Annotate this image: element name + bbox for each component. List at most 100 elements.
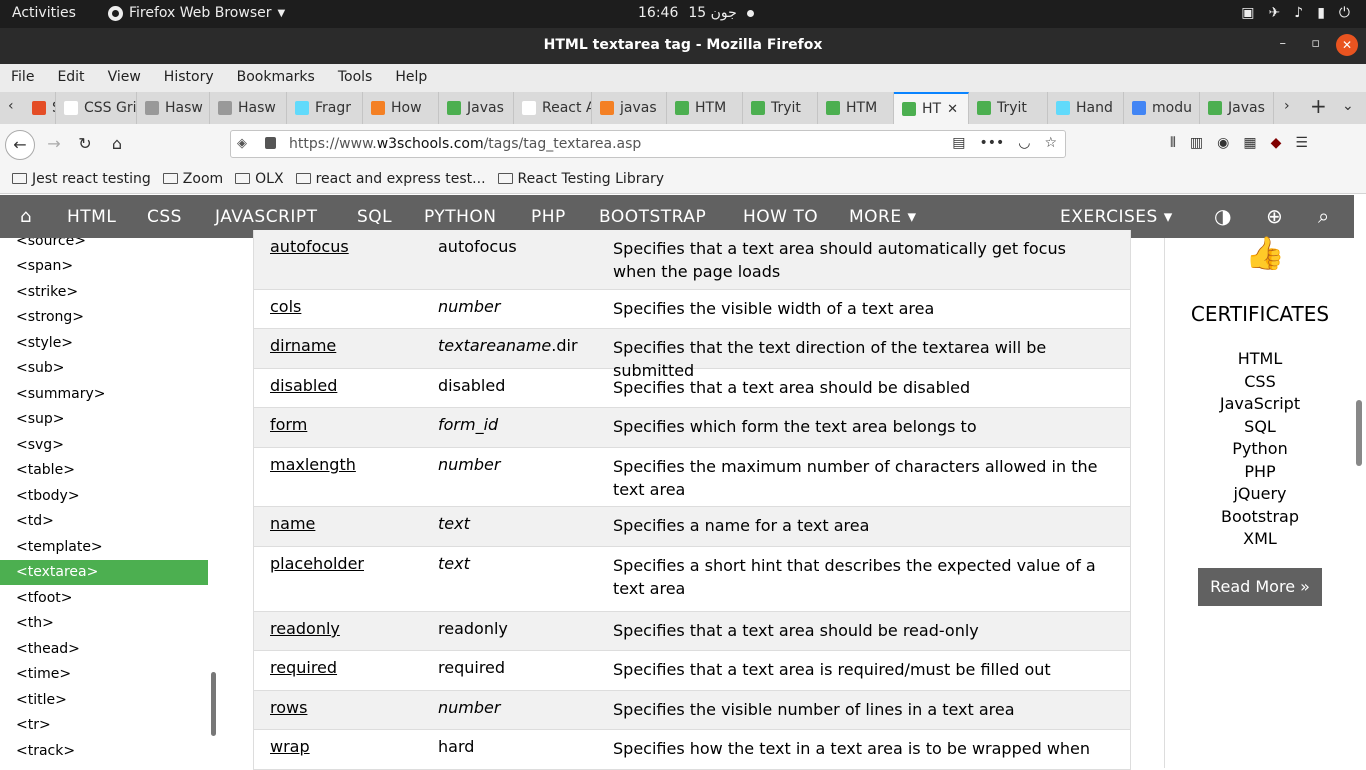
globe-icon[interactable]: ⊕ bbox=[1266, 204, 1283, 228]
sidebar-item[interactable]: <sup> bbox=[0, 407, 208, 432]
search-icon[interactable]: ⌕ bbox=[1318, 204, 1330, 228]
new-tab-icon[interactable]: + bbox=[1310, 94, 1327, 118]
nav-sql[interactable]: SQL bbox=[357, 207, 392, 227]
bookmark-star-icon[interactable]: ☆ bbox=[1044, 135, 1057, 151]
sidebar-item[interactable]: <style> bbox=[0, 331, 208, 356]
sidebar-item[interactable]: <strong> bbox=[0, 305, 208, 330]
list-all-tabs-icon[interactable]: ⌄ bbox=[1342, 98, 1354, 114]
tab[interactable]: Javas bbox=[1200, 92, 1274, 124]
sidebar-item[interactable]: <table> bbox=[0, 458, 208, 483]
attribute-link[interactable]: name bbox=[270, 514, 315, 533]
scroll-tabs-left-icon[interactable]: ‹ bbox=[8, 98, 14, 114]
attribute-link[interactable]: form bbox=[270, 415, 307, 434]
tab[interactable]: Hand bbox=[1048, 92, 1124, 124]
nav-html[interactable]: HTML bbox=[67, 207, 116, 227]
attribute-link[interactable]: required bbox=[270, 658, 337, 677]
certificate-item[interactable]: PHP bbox=[1165, 461, 1355, 484]
reader-view-icon[interactable]: ▤ bbox=[952, 135, 965, 151]
attribute-link[interactable]: dirname bbox=[270, 336, 336, 355]
menu-file[interactable]: File bbox=[11, 64, 34, 92]
attribute-link[interactable]: disabled bbox=[270, 376, 337, 395]
close-tab-icon[interactable]: ✕ bbox=[947, 102, 958, 117]
clock[interactable]: 16:46 15 جون bbox=[638, 5, 754, 21]
ublock-icon[interactable]: ◆ bbox=[1271, 135, 1282, 151]
tab[interactable]: How bbox=[363, 92, 439, 124]
page-actions-icon[interactable]: ••• bbox=[979, 135, 1004, 151]
tab[interactable]: React Ap bbox=[514, 92, 592, 124]
home-button[interactable]: ⌂ bbox=[103, 130, 131, 158]
extension-icon[interactable]: ▦ bbox=[1243, 135, 1256, 151]
sidebar-item[interactable]: <title> bbox=[0, 688, 208, 713]
read-more-button[interactable]: Read More » bbox=[1198, 568, 1322, 606]
system-tray[interactable]: ▣ ✈ ♪ ▮ ⏻ bbox=[1241, 5, 1350, 21]
back-button[interactable]: ← bbox=[5, 130, 35, 160]
tab[interactable]: Fragr bbox=[287, 92, 363, 124]
library-icon[interactable]: ⫴ bbox=[1170, 135, 1176, 151]
url-text[interactable]: https://www.w3schools.com/tags/tag_texta… bbox=[289, 136, 641, 152]
maximize-button[interactable]: ▫ bbox=[1311, 36, 1320, 51]
sidebar-scrollbar[interactable] bbox=[211, 672, 216, 736]
activities-button[interactable]: Activities bbox=[12, 5, 76, 21]
menu-edit[interactable]: Edit bbox=[57, 64, 84, 92]
sidebar-item[interactable]: <sub> bbox=[0, 356, 208, 381]
sidebar-item[interactable]: <time> bbox=[0, 662, 208, 687]
nav-javascript[interactable]: JAVASCRIPT bbox=[215, 207, 318, 227]
certificate-item[interactable]: Bootstrap bbox=[1165, 506, 1355, 529]
sidebar-item[interactable]: <summary> bbox=[0, 382, 208, 407]
close-window-button[interactable]: ✕ bbox=[1336, 34, 1358, 56]
nav-exercises[interactable]: EXERCISES ▾ bbox=[1060, 207, 1173, 227]
pocket-icon[interactable]: ◡ bbox=[1018, 135, 1030, 151]
nav-php[interactable]: PHP bbox=[531, 207, 566, 227]
tab[interactable]: Hasw bbox=[210, 92, 287, 124]
nav-css[interactable]: CSS bbox=[147, 207, 182, 227]
attribute-link[interactable]: cols bbox=[270, 297, 301, 316]
bookmark-folder[interactable]: Jest react testing bbox=[12, 164, 151, 193]
certificate-item[interactable]: HTML bbox=[1165, 348, 1355, 371]
certificate-item[interactable]: JavaScript bbox=[1165, 393, 1355, 416]
certificate-item[interactable]: jQuery bbox=[1165, 483, 1355, 506]
tab[interactable]: Javas bbox=[439, 92, 514, 124]
tab[interactable]: S F bbox=[24, 92, 56, 124]
sidebar-item[interactable]: <th> bbox=[0, 611, 208, 636]
sidebar-item[interactable]: <svg> bbox=[0, 433, 208, 458]
sidebar-item[interactable]: <textarea> bbox=[0, 560, 208, 585]
menu-help[interactable]: Help bbox=[395, 64, 427, 92]
tab[interactable]: Tryit bbox=[743, 92, 818, 124]
certificate-item[interactable]: SQL bbox=[1165, 416, 1355, 439]
bookmark-folder[interactable]: Zoom bbox=[162, 164, 223, 193]
sidebar-item[interactable]: <tfoot> bbox=[0, 586, 208, 611]
certificate-item[interactable]: XML bbox=[1165, 528, 1355, 551]
sidebar-item[interactable]: <template> bbox=[0, 535, 208, 560]
sidebar-item[interactable]: <track> bbox=[0, 739, 208, 764]
sidebar-icon[interactable]: ▥ bbox=[1190, 135, 1203, 151]
sidebar-item[interactable]: <tbody> bbox=[0, 484, 208, 509]
forward-button[interactable]: → bbox=[40, 130, 68, 158]
sidebar-item[interactable]: <span> bbox=[0, 254, 208, 279]
certificate-item[interactable]: CSS bbox=[1165, 371, 1355, 394]
home-icon[interactable]: ⌂ bbox=[0, 195, 52, 238]
menu-history[interactable]: History bbox=[164, 64, 214, 92]
hamburger-menu-icon[interactable]: ☰ bbox=[1295, 135, 1308, 151]
certificate-item[interactable]: Python bbox=[1165, 438, 1355, 461]
attribute-link[interactable]: rows bbox=[270, 698, 307, 717]
tab[interactable]: modu bbox=[1124, 92, 1200, 124]
tab[interactable]: javas bbox=[592, 92, 667, 124]
shield-icon[interactable]: ◈ bbox=[237, 136, 247, 151]
minimize-button[interactable]: – bbox=[1280, 36, 1287, 51]
scroll-tabs-right-icon[interactable]: › bbox=[1284, 98, 1290, 114]
url-bar[interactable]: ◈ https://www.w3schools.com/tags/tag_tex… bbox=[230, 130, 1066, 158]
attribute-link[interactable]: placeholder bbox=[270, 554, 364, 573]
bookmark-folder[interactable]: OLX bbox=[235, 164, 284, 193]
sidebar-item[interactable]: <td> bbox=[0, 509, 208, 534]
tab[interactable]: Hasw bbox=[137, 92, 210, 124]
attribute-link[interactable]: readonly bbox=[270, 619, 340, 638]
sidebar-item[interactable]: <thead> bbox=[0, 637, 208, 662]
menu-view[interactable]: View bbox=[108, 64, 141, 92]
menu-tools[interactable]: Tools bbox=[338, 64, 373, 92]
nav-bootstrap[interactable]: BOOTSTRAP bbox=[599, 207, 706, 227]
account-icon[interactable]: ◉ bbox=[1217, 135, 1229, 151]
tab-active[interactable]: HT ✕ bbox=[894, 92, 969, 124]
nav-python[interactable]: PYTHON bbox=[424, 207, 497, 227]
tab[interactable]: HTM bbox=[818, 92, 894, 124]
sidebar-item[interactable]: <tr> bbox=[0, 713, 208, 738]
